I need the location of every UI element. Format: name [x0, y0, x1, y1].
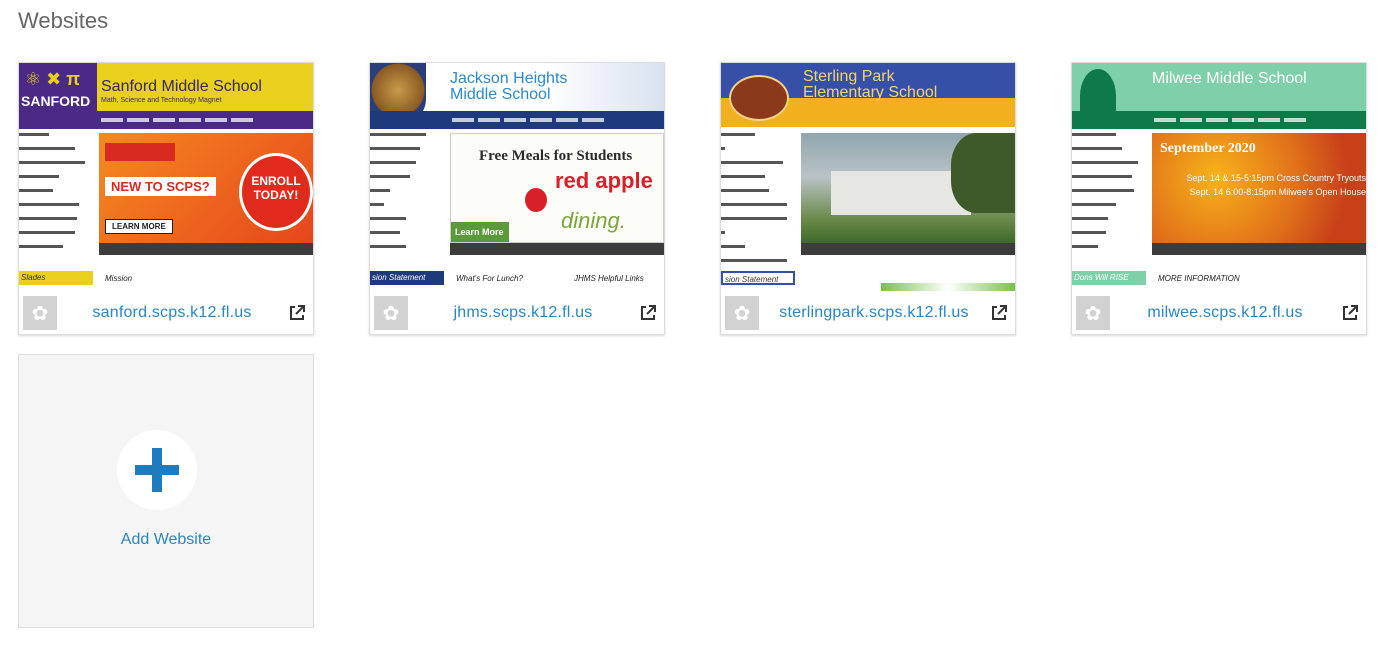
preview-hero: NEW TO SCPS? ENROLL TODAY! LEARN MORE [99, 133, 313, 243]
website-link[interactable]: sterlingpark.scps.k12.fl.us [759, 304, 989, 322]
website-link[interactable]: milwee.scps.k12.fl.us [1110, 304, 1340, 322]
logo-text: SANFORD [21, 93, 91, 109]
preview-school-name: Sterling Park Elementary School [803, 68, 938, 101]
hero-line: ENROLL TODAY! [239, 153, 313, 231]
school-building [831, 171, 971, 215]
preview-header: Jackson Heights Middle School [370, 63, 664, 123]
website-preview-sanford[interactable]: SANFORD ⚛ ✖ π Sanford Middle School Math… [19, 63, 313, 292]
eagle-logo [729, 75, 789, 121]
preview-sidebar [19, 133, 95, 259]
preview-bottom: Dons Will RISE MORE INFORMATION [1072, 271, 1240, 285]
preview-bottom: Slades Mission [19, 271, 133, 285]
preview-sidebar [721, 133, 797, 273]
website-card-sterlingpark[interactable]: Sterling Park Elementary School sion Sta… [720, 62, 1016, 335]
preview-bottom: sion Statement [721, 271, 1015, 291]
flower-icon: ✿ [725, 296, 759, 330]
logo-symbols: ⚛ ✖ π [25, 69, 81, 89]
website-preview-jhms[interactable]: Jackson Heights Middle School Free Meals… [370, 63, 664, 292]
website-preview-milwee[interactable]: Milwee Middle School September 2020 Sept… [1072, 63, 1366, 292]
external-link-icon[interactable] [989, 303, 1009, 323]
website-card-jhms[interactable]: Jackson Heights Middle School Free Meals… [369, 62, 665, 335]
preview-hero: September 2020 Sept. 14 & 15-5:15pm Cros… [1152, 133, 1366, 243]
hero-line: red apple [555, 168, 653, 193]
hero-line: LEARN MORE [105, 219, 173, 234]
website-card-footer: ✿ milwee.scps.k12.fl.us [1072, 292, 1366, 334]
preview-nav [19, 111, 313, 129]
add-website-label[interactable]: Add Website [19, 531, 313, 549]
apple-icon [525, 188, 547, 212]
preview-bottom: sion Statement What's For Lunch? JHMS He… [370, 271, 644, 285]
website-preview-sterlingpark[interactable]: Sterling Park Elementary School sion Sta… [721, 63, 1015, 292]
website-card-milwee[interactable]: Milwee Middle School September 2020 Sept… [1071, 62, 1367, 335]
preview-nav [1072, 111, 1366, 129]
external-link-icon[interactable] [1340, 303, 1360, 323]
website-card-footer: ✿ sterlingpark.scps.k12.fl.us [721, 292, 1015, 334]
flower-icon: ✿ [374, 296, 408, 330]
preview-nav [370, 111, 664, 129]
website-link[interactable]: sanford.scps.k12.fl.us [57, 304, 287, 322]
preview-hero: Free Meals for Students red apple dining… [450, 133, 664, 243]
preview-tagline: Math, Science and Technology Magnet [101, 97, 222, 104]
hero-line: September 2020 [1160, 141, 1256, 156]
preview-school-name: Jackson Heights Middle School [450, 70, 568, 103]
website-card-sanford[interactable]: SANFORD ⚛ ✖ π Sanford Middle School Math… [18, 62, 314, 335]
flower-icon: ✿ [1076, 296, 1110, 330]
hero-line: Sept. 14 & 15-5:15pm Cross Country Tryou… [1186, 173, 1366, 183]
plus-icon [135, 448, 179, 492]
page-title: Websites [18, 8, 109, 33]
preview-header: Sterling Park Elementary School [721, 63, 1015, 127]
website-card-footer: ✿ sanford.scps.k12.fl.us [19, 292, 313, 334]
add-website-button[interactable]: Add Website [18, 354, 314, 628]
hero-line: Learn More [451, 222, 509, 242]
website-card-footer: ✿ jhms.scps.k12.fl.us [370, 292, 664, 334]
preview-school-name: Sanford Middle School [101, 78, 262, 95]
logo-block: SANFORD ⚛ ✖ π [19, 63, 97, 111]
external-link-icon[interactable] [287, 303, 307, 323]
hero-line: NEW TO SCPS? [105, 177, 216, 196]
external-link-icon[interactable] [638, 303, 658, 323]
hero-line: dining. [561, 208, 626, 233]
preview-sidebar [370, 133, 446, 259]
hero-line: Sept. 14 6:00-8:15pm Milwee's Open House [1189, 187, 1366, 197]
website-link[interactable]: jhms.scps.k12.fl.us [408, 304, 638, 322]
preview-sidebar [1072, 133, 1148, 259]
preview-header: SANFORD ⚛ ✖ π Sanford Middle School Math… [19, 63, 313, 111]
preview-school-name: Milwee Middle School [1152, 70, 1307, 87]
preview-header: Milwee Middle School [1072, 63, 1366, 123]
add-circle[interactable] [117, 430, 197, 510]
hero-line: Free Meals for Students [479, 148, 633, 164]
flower-icon: ✿ [23, 296, 57, 330]
preview-hero [801, 133, 1015, 243]
